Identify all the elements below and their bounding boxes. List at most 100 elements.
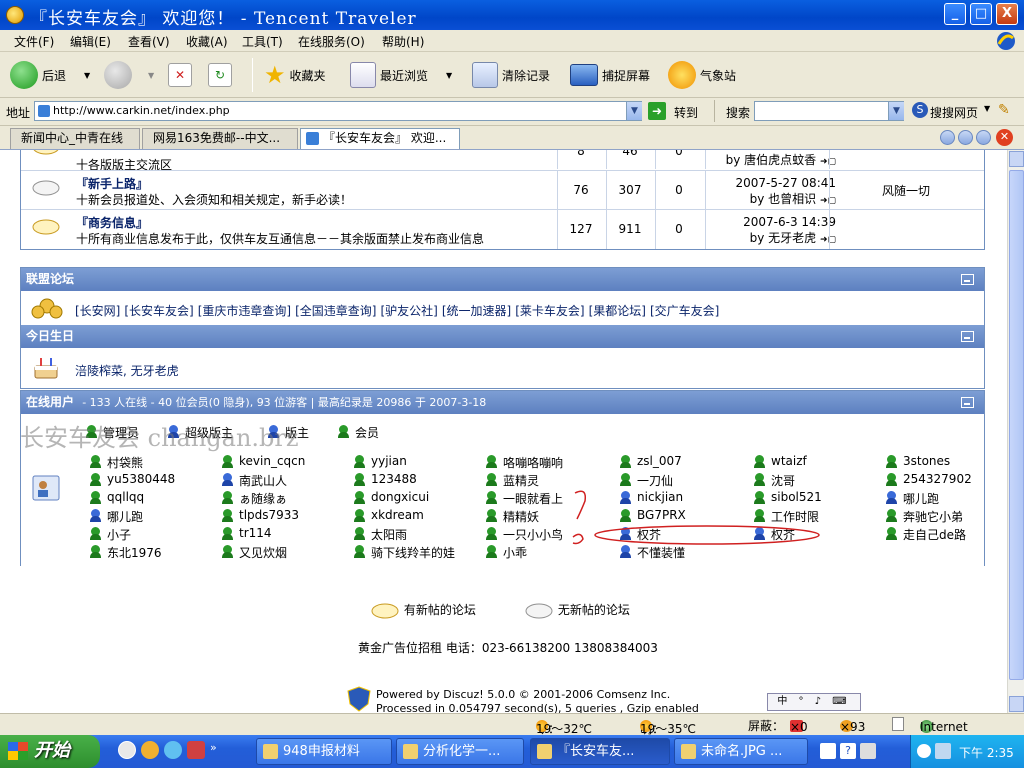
- online-user[interactable]: 小乖: [485, 544, 527, 561]
- online-user[interactable]: 太阳雨: [353, 526, 407, 543]
- scroll-thumb[interactable]: [1009, 170, 1024, 680]
- forum-row[interactable]: 『商务信息』 十所有商业信息发布于此，仅供车友互通信息－－其余版面禁止发布商业信…: [21, 209, 984, 249]
- search-dropdown-icon[interactable]: ▼: [888, 102, 904, 120]
- online-user[interactable]: 走自己de路: [885, 526, 966, 543]
- network-icon[interactable]: [935, 743, 951, 759]
- online-user[interactable]: 南武山人: [221, 472, 287, 489]
- last-post[interactable]: by 唐伯虎点蚊香 ➜▢: [706, 152, 836, 170]
- alliance-link[interactable]: [驴友公社]: [381, 302, 438, 319]
- online-user[interactable]: 精精妖: [485, 508, 539, 525]
- alliance-link[interactable]: [莱卡车友会]: [515, 302, 584, 319]
- scroll-down-icon[interactable]: [1009, 696, 1024, 712]
- maximize-button[interactable]: □: [970, 3, 992, 25]
- refresh-button[interactable]: ↻: [208, 57, 232, 93]
- online-user[interactable]: 骑下线羚羊的娃: [353, 544, 455, 561]
- online-user[interactable]: 蓝精灵: [485, 472, 539, 489]
- task-paint[interactable]: 未命名.JPG ...: [674, 738, 808, 765]
- online-user[interactable]: yu5380448: [89, 472, 175, 486]
- online-user[interactable]: xkdream: [353, 508, 424, 522]
- online-user[interactable]: zsl_007: [619, 454, 682, 468]
- forward-dropdown-icon[interactable]: ▼: [148, 71, 154, 80]
- alliance-link[interactable]: [统一加速器]: [442, 302, 511, 319]
- menu-online[interactable]: 在线服务(O): [298, 33, 365, 50]
- menu-help[interactable]: 帮助(H): [382, 33, 424, 50]
- search-input[interactable]: [754, 101, 904, 121]
- search-engine-dropdown-icon[interactable]: ▼: [984, 104, 990, 113]
- stop-button[interactable]: ✕: [168, 57, 192, 93]
- tray-arrow-icon[interactable]: [917, 744, 931, 758]
- recent-dropdown-icon[interactable]: ▼: [446, 71, 452, 80]
- online-user[interactable]: kevin_cqcn: [221, 454, 305, 468]
- menu-file[interactable]: 文件(F): [14, 33, 54, 50]
- tab-mail[interactable]: 网易163免费邮--中文...: [142, 128, 298, 149]
- start-button[interactable]: 开始: [0, 735, 100, 768]
- tab-scroll-left-icon[interactable]: [940, 130, 955, 145]
- ie-icon[interactable]: [164, 741, 182, 759]
- url-input[interactable]: http://www.carkin.net/index.php: [34, 101, 642, 121]
- minimize-button[interactable]: _: [944, 3, 966, 25]
- online-user[interactable]: 3stones: [885, 454, 950, 468]
- pen-icon[interactable]: ✎: [998, 102, 1010, 118]
- forum-moderator[interactable]: 风随一切: [831, 182, 981, 199]
- forward-button[interactable]: ▼: [104, 57, 154, 93]
- menu-favorites[interactable]: 收藏(A): [186, 33, 228, 50]
- browser-icon[interactable]: [141, 741, 159, 759]
- tab-news[interactable]: 新闻中心_中青在线: [10, 128, 140, 149]
- task-browser[interactable]: 『长安车友...: [530, 738, 670, 765]
- close-button[interactable]: X: [996, 3, 1018, 25]
- online-user[interactable]: 一眼就看上: [485, 490, 563, 507]
- favorites-button[interactable]: ★ 收藏夹: [264, 57, 326, 93]
- alliance-link[interactable]: [长安网]: [75, 302, 120, 319]
- last-post[interactable]: 2007-5-27 08:41 by 也曾相识 ➜▢: [706, 175, 837, 209]
- back-dropdown-icon[interactable]: ▼: [84, 71, 90, 80]
- alliance-link[interactable]: [长安车友会]: [124, 302, 193, 319]
- online-user[interactable]: 村袋熊: [89, 454, 143, 471]
- collapse-icon[interactable]: [961, 274, 974, 285]
- back-button[interactable]: 后退 ▼: [10, 57, 90, 93]
- birthday-names[interactable]: 涪陵榨菜, 无牙老虎: [75, 362, 179, 379]
- online-user[interactable]: 小子: [89, 526, 131, 543]
- online-user[interactable]: yyjian: [353, 454, 407, 468]
- powered-by[interactable]: Powered by Discuz! 5.0.0 © 2001-2006 Com…: [376, 688, 670, 701]
- alliance-link[interactable]: [全国违章查询]: [295, 302, 376, 319]
- go-arrow-icon[interactable]: ➜: [648, 102, 666, 120]
- scroll-up-icon[interactable]: [1009, 151, 1024, 167]
- tab-list-icon[interactable]: [958, 130, 973, 145]
- alliance-link[interactable]: [重庆市违章查询]: [198, 302, 291, 319]
- clear-history-button[interactable]: 清除记录: [472, 57, 550, 93]
- menu-edit[interactable]: 编辑(E): [70, 33, 111, 50]
- tab-scroll-right-icon[interactable]: [976, 130, 991, 145]
- weather-button[interactable]: 气象站: [668, 57, 736, 93]
- more-icon[interactable]: »: [210, 741, 217, 759]
- collapse-icon[interactable]: [961, 397, 974, 408]
- online-user[interactable]: qqllqq: [89, 490, 144, 504]
- online-user[interactable]: 哪儿跑: [885, 490, 939, 507]
- menu-tools[interactable]: 工具(T): [242, 33, 283, 50]
- last-post[interactable]: 2007-6-3 14:39 by 无牙老虎 ➜▢: [706, 214, 836, 248]
- alliance-link[interactable]: [交广车友会]: [650, 302, 719, 319]
- alliance-link[interactable]: [果都论坛]: [589, 302, 646, 319]
- online-user[interactable]: dongxicui: [353, 490, 429, 504]
- online-user[interactable]: 东北1976: [89, 544, 162, 561]
- help-icon[interactable]: ?: [840, 743, 856, 759]
- forum-row[interactable]: 『新手上路』 十新会员报道处、入会须知和相关规定，新手必读！ 76 307 0 …: [21, 170, 984, 210]
- recent-button[interactable]: 最近浏览 ▼: [350, 57, 452, 93]
- forum-name[interactable]: 『新手上路』: [76, 175, 148, 192]
- forum-row[interactable]: 十各版版主交流区 8 46 0 by 唐伯虎点蚊香 ➜▢: [21, 150, 984, 172]
- online-user[interactable]: tr114: [221, 526, 272, 540]
- go-button[interactable]: 转到: [674, 104, 698, 121]
- online-user[interactable]: 咯嘣咯嘣响: [485, 454, 563, 471]
- tray-app-icon[interactable]: [820, 743, 836, 759]
- app-shortcut-icon[interactable]: [187, 741, 205, 759]
- vertical-scrollbar[interactable]: [1007, 150, 1024, 713]
- capture-screen-button[interactable]: 捕捉屏幕: [570, 57, 650, 93]
- online-user[interactable]: 254327902: [885, 472, 972, 486]
- tab-changan[interactable]: 『长安车友会』 欢迎...: [300, 128, 460, 149]
- online-user[interactable]: 123488: [353, 472, 417, 486]
- forum-name[interactable]: 『商务信息』: [76, 214, 148, 231]
- task-word[interactable]: 分析化学一...: [396, 738, 524, 765]
- online-user[interactable]: 一只小小鸟: [485, 526, 563, 543]
- online-user[interactable]: 哪儿跑: [89, 508, 143, 525]
- online-user[interactable]: 又见炊烟: [221, 544, 287, 561]
- online-user[interactable]: ぁ随缘ぁ: [221, 490, 287, 507]
